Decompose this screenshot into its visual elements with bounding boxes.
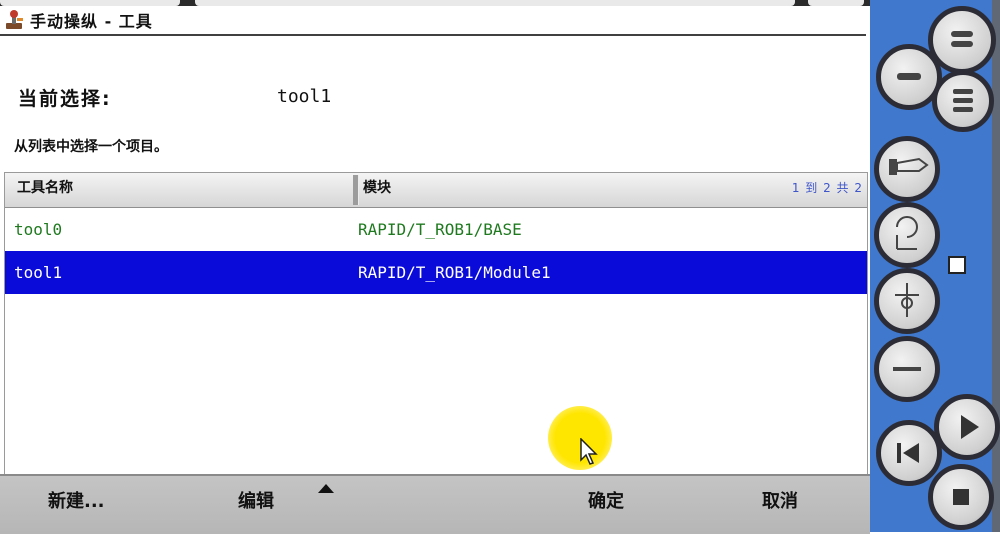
- current-selection-value: tool1: [277, 86, 332, 107]
- page-indicator: 1 到 2 共 2: [791, 181, 863, 195]
- table-row[interactable]: tool0 RAPID/T_ROB1/BASE: [5, 208, 867, 251]
- edit-button[interactable]: 编辑: [238, 476, 274, 534]
- column-divider[interactable]: [353, 175, 359, 205]
- row-tool-name: tool1: [14, 263, 63, 282]
- robot-jog-icon: [6, 10, 23, 29]
- row-tool-name: tool0: [14, 220, 63, 239]
- list-icon[interactable]: [932, 70, 994, 132]
- new-button[interactable]: 新建...: [48, 476, 105, 534]
- column-header-tool-name[interactable]: 工具名称: [17, 173, 73, 207]
- stop-icon[interactable]: [928, 464, 994, 530]
- row-module: RAPID/T_ROB1/Module1: [358, 263, 551, 282]
- row-module: RAPID/T_ROB1/BASE: [358, 220, 522, 239]
- mouse-pointer-icon: [580, 438, 598, 465]
- enable-icon[interactable]: [948, 256, 966, 274]
- table-row-selected[interactable]: tool1 RAPID/T_ROB1/Module1: [5, 251, 867, 294]
- edit-menu-arrow-icon[interactable]: [318, 484, 334, 493]
- pendant-hardware-panel: [870, 0, 1000, 532]
- ok-button[interactable]: 确定: [588, 476, 624, 534]
- tool-selection-panel: 当前选择: tool1 从列表中选择一个项目。 工具名称 模块 1 到 2 共 …: [0, 36, 868, 476]
- jog-mode-icon[interactable]: [874, 268, 940, 334]
- command-bar: 新建... 编辑 确定 取消: [0, 474, 870, 534]
- play-icon[interactable]: [934, 394, 1000, 460]
- current-selection-label: 当前选择:: [18, 88, 112, 110]
- table-header: 工具名称 模块 1 到 2 共 2: [5, 173, 867, 208]
- window-title-bar: 手动操纵 - 工具: [0, 6, 866, 36]
- tool-list-table: 工具名称 模块 1 到 2 共 2 tool0 RAPID/T_ROB1/BAS…: [4, 172, 868, 476]
- rotate-icon[interactable]: [874, 202, 940, 268]
- cancel-button[interactable]: 取消: [762, 476, 798, 534]
- tool-icon[interactable]: [874, 136, 940, 202]
- column-header-module[interactable]: 模块: [363, 173, 391, 207]
- instruction-text: 从列表中选择一个项目。: [14, 139, 168, 155]
- window-title: 手动操纵 - 工具: [30, 12, 153, 31]
- more-icon[interactable]: [874, 336, 940, 402]
